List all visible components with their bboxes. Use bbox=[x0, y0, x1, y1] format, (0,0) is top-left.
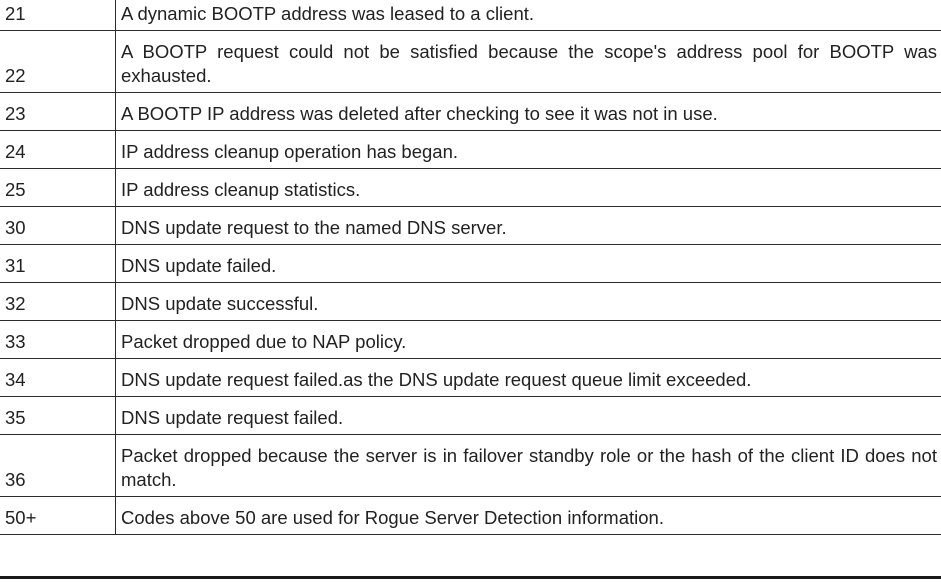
table-row: 25 IP address cleanup statistics. bbox=[0, 168, 941, 207]
event-code-table: 21 A dynamic BOOTP address was leased to… bbox=[0, 0, 941, 535]
table-row: 36 Packet dropped because the server is … bbox=[0, 434, 941, 497]
event-description-cell: Codes above 50 are used for Rogue Server… bbox=[115, 496, 941, 535]
table-row: 32 DNS update successful. bbox=[0, 282, 941, 321]
table-row: 31 DNS update failed. bbox=[0, 244, 941, 283]
event-id-cell: 35 bbox=[0, 396, 116, 435]
table-row: 30 DNS update request to the named DNS s… bbox=[0, 206, 941, 245]
event-description-cell: DNS update failed. bbox=[115, 244, 941, 283]
event-description-cell: DNS update successful. bbox=[115, 282, 941, 321]
event-description-cell: A BOOTP request could not be satisfied b… bbox=[115, 30, 941, 93]
event-id-cell: 22 bbox=[0, 30, 116, 93]
event-description-cell: IP address cleanup statistics. bbox=[115, 168, 941, 207]
event-id-cell: 36 bbox=[0, 434, 116, 497]
event-id-cell: 24 bbox=[0, 130, 116, 169]
table-row: 35 DNS update request failed. bbox=[0, 396, 941, 435]
event-id-cell: 25 bbox=[0, 168, 116, 207]
event-id-cell: 31 bbox=[0, 244, 116, 283]
event-description-cell: Packet dropped because the server is in … bbox=[115, 434, 941, 497]
event-id-cell: 34 bbox=[0, 358, 116, 397]
table-bottom-rule bbox=[0, 576, 941, 579]
event-id-cell: 50+ bbox=[0, 496, 116, 535]
event-description-cell: DNS update request failed. bbox=[115, 396, 941, 435]
table-row: 50+ Codes above 50 are used for Rogue Se… bbox=[0, 496, 941, 535]
table-row: 24 IP address cleanup operation has bega… bbox=[0, 130, 941, 169]
event-id-cell: 33 bbox=[0, 320, 116, 359]
table-row: 23 A BOOTP IP address was deleted after … bbox=[0, 92, 941, 131]
event-id-cell: 32 bbox=[0, 282, 116, 321]
event-description-cell: Packet dropped due to NAP policy. bbox=[115, 320, 941, 359]
event-description-cell: A BOOTP IP address was deleted after che… bbox=[115, 92, 941, 131]
event-id-cell: 23 bbox=[0, 92, 116, 131]
table-row: 21 A dynamic BOOTP address was leased to… bbox=[0, 0, 941, 31]
event-description-cell: A dynamic BOOTP address was leased to a … bbox=[115, 0, 941, 31]
table-row: 33 Packet dropped due to NAP policy. bbox=[0, 320, 941, 359]
event-description-cell: DNS update request failed.as the DNS upd… bbox=[115, 358, 941, 397]
table-row: 34 DNS update request failed.as the DNS … bbox=[0, 358, 941, 397]
event-description-cell: IP address cleanup operation has began. bbox=[115, 130, 941, 169]
table-row: 22 A BOOTP request could not be satisfie… bbox=[0, 30, 941, 93]
event-id-cell: 21 bbox=[0, 0, 116, 31]
event-description-cell: DNS update request to the named DNS serv… bbox=[115, 206, 941, 245]
event-code-table-container: 21 A dynamic BOOTP address was leased to… bbox=[0, 0, 941, 535]
event-id-cell: 30 bbox=[0, 206, 116, 245]
